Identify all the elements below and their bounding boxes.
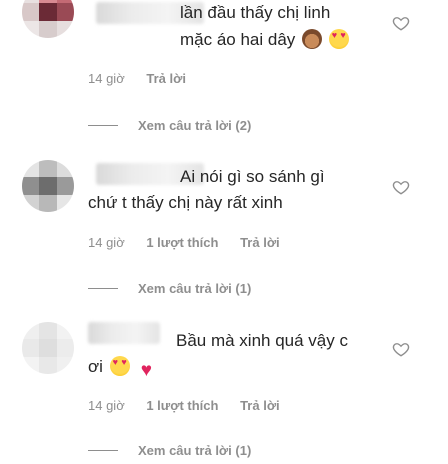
avatar-pixel [39,160,57,178]
comment-text: Bầu mà xinh quá vậy c [176,328,348,353]
avatar-pixel [56,356,74,374]
username-blurred[interactable] [88,322,160,344]
see-no-evil-monkey-icon [302,29,323,49]
comment-time: 14 giờ [88,398,125,413]
heart-outline-icon[interactable] [392,14,410,32]
comment-text-line-1: lần đầu thấy chị linh [180,3,331,22]
avatar-pixel [56,339,74,357]
avatar-pixel [56,3,74,21]
avatar-pixel [39,20,57,38]
heart-outline-icon[interactable] [392,178,410,196]
comment-text: ơi ♥ [88,354,156,381]
comment-text: chứ t thấy chị này rất xinh [88,190,283,215]
likes-count[interactable]: 1 lượt thích [146,398,218,413]
avatar-pixel [22,194,40,212]
avatar-pixel [22,3,40,21]
avatar-pixel [56,160,74,178]
reply-button[interactable]: Trả lời [146,71,186,86]
view-replies-button[interactable]: Xem câu trả lời (1) [88,281,251,296]
avatar-pixel [22,20,40,38]
view-replies-button[interactable]: Xem câu trả lời (1) [88,443,251,458]
reply-button[interactable]: Trả lời [240,398,280,413]
avatar-pixel [39,356,57,374]
divider-line [88,288,118,289]
avatar-pixel [39,322,57,340]
view-replies-label: Xem câu trả lời (1) [138,443,252,458]
comment-text: Ai nói gì so sánh gì [180,164,325,189]
avatar-pixel [39,177,57,195]
comment-meta: 14 giờ 1 lượt thích Trả lời [88,398,298,413]
avatar[interactable] [22,160,74,212]
comment-meta: 14 giờ 1 lượt thích Trả lời [88,235,298,250]
comment-time: 14 giờ [88,235,125,250]
comment-text: lần đầu thấy chị linh [180,0,330,25]
divider-line [88,450,118,451]
avatar-pixel [56,177,74,195]
avatar-pixel [22,177,40,195]
avatar-pixel [56,194,74,212]
reply-button[interactable]: Trả lời [240,235,280,250]
avatar[interactable] [22,0,74,38]
heart-eyes-face-icon [109,356,130,376]
comment-text-line-1: Ai nói gì so sánh gì [180,167,325,186]
avatar-pixel [22,160,40,178]
comment-text-line-2: chứ t thấy chị này rất xinh [88,193,283,212]
heart-eyes-face-icon [328,29,349,49]
comment-text: mặc áo hai dây [180,27,349,52]
comment-text-line-1: Bầu mà xinh quá vậy c [176,331,348,350]
avatar-pixel [39,194,57,212]
avatar[interactable] [22,322,74,374]
comment-text-line-2: ơi [88,357,103,376]
avatar-pixel [22,322,40,340]
divider-line [88,125,118,126]
avatar-pixel [39,3,57,21]
avatar-pixel [22,356,40,374]
view-replies-label: Xem câu trả lời (2) [138,118,252,133]
comment-text-line-2: mặc áo hai dây [180,30,296,49]
heart-outline-icon[interactable] [392,340,410,358]
comment-time: 14 giờ [88,71,125,86]
comment-meta: 14 giờ Trả lời [88,71,204,86]
avatar-pixel [39,339,57,357]
avatar-pixel [56,20,74,38]
likes-count[interactable]: 1 lượt thích [146,235,218,250]
view-replies-label: Xem câu trả lời (1) [138,281,252,296]
avatar-pixel [56,322,74,340]
red-heart-icon: ♥ [140,360,153,381]
avatar-pixel [22,339,40,357]
view-replies-button[interactable]: Xem câu trả lời (2) [88,118,251,133]
